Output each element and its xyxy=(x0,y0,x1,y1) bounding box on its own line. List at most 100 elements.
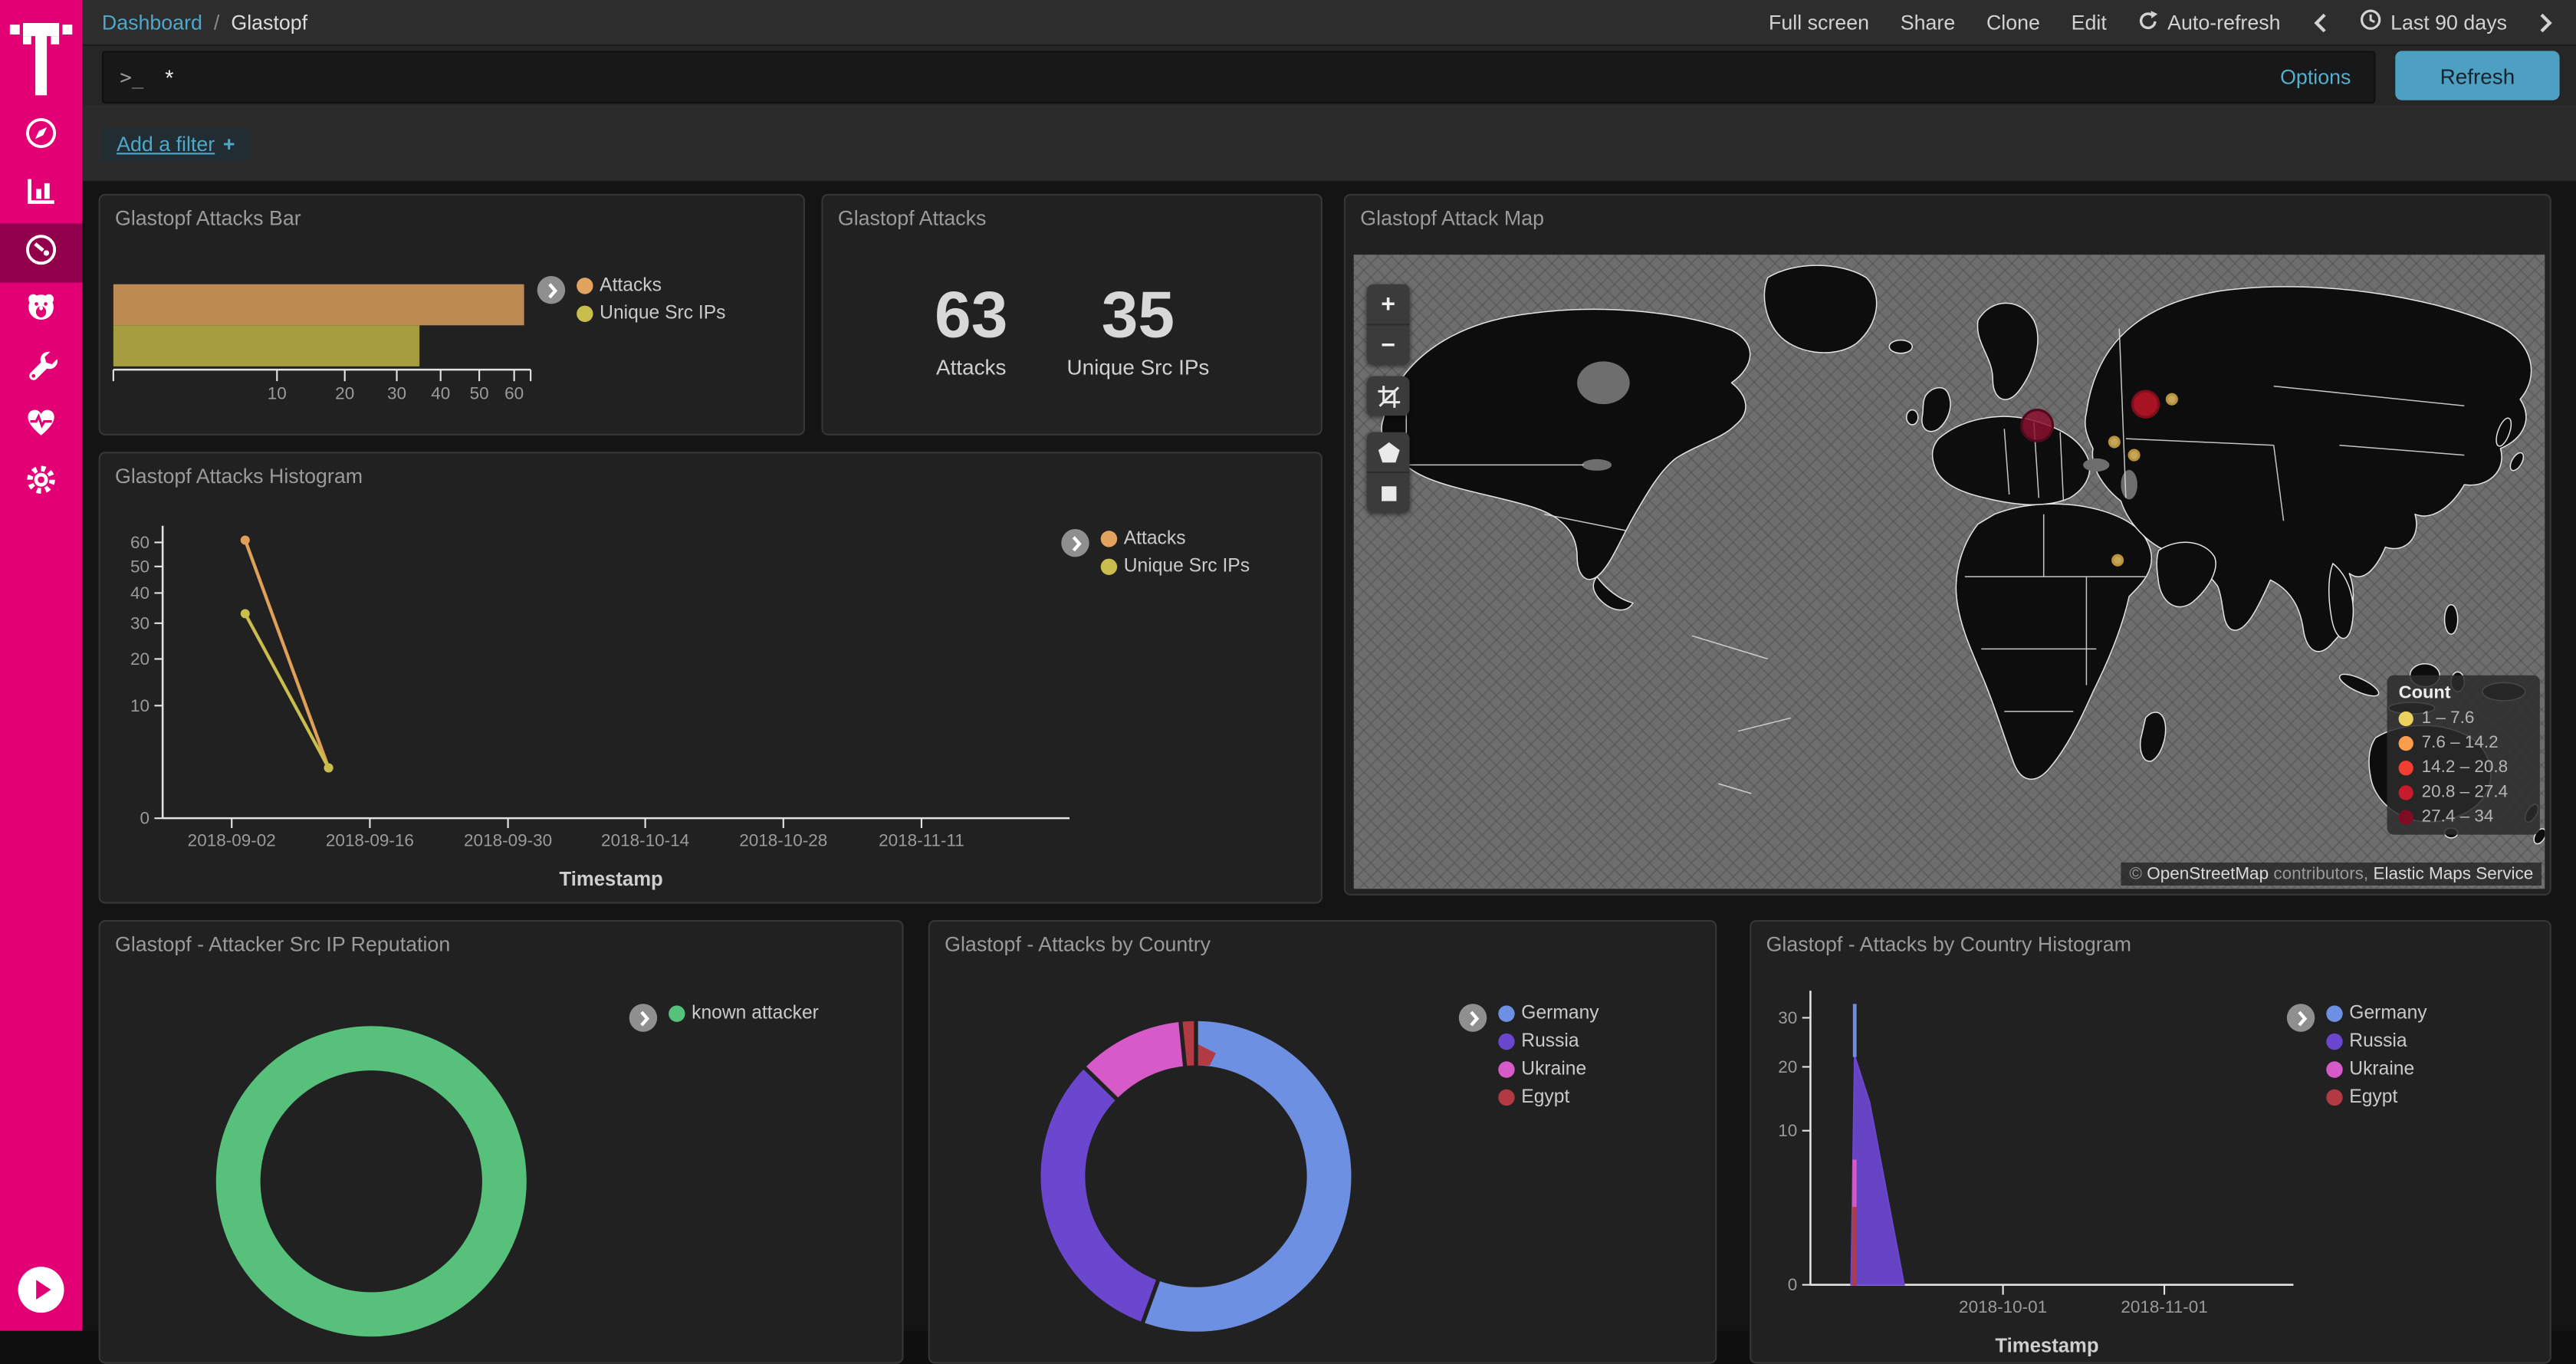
sidebar-item-discover[interactable] xyxy=(0,108,82,166)
compass-icon xyxy=(23,115,59,159)
svg-text:0: 0 xyxy=(140,809,150,828)
legend-item: 14.2 – 20.8 xyxy=(2399,758,2528,777)
legend-toggle-icon[interactable] xyxy=(1061,529,1089,557)
svg-text:50: 50 xyxy=(130,557,150,576)
legend-item[interactable]: Russia xyxy=(2326,1032,2426,1052)
metric-unique-src-ips: 35 Unique Src IPs xyxy=(1067,283,1210,380)
share-button[interactable]: Share xyxy=(1901,11,1955,34)
panel-country-histogram: Glastopf - Attacks by Country Histogram … xyxy=(1750,920,2551,1364)
panel-src-ip-reputation: Glastopf - Attacker Src IP Reputation kn… xyxy=(99,920,904,1364)
legend-toggle-icon[interactable] xyxy=(1459,1004,1487,1031)
legend-dot xyxy=(1101,559,1117,575)
attack-map-canvas[interactable] xyxy=(1354,255,2545,889)
metric-attacks: 63 Attacks xyxy=(935,283,1007,380)
legend-item[interactable]: Attacks xyxy=(577,276,725,296)
legend-dot xyxy=(2399,735,2413,750)
legend: Attacks Unique Src IPs xyxy=(537,276,726,324)
legend-dot xyxy=(1101,531,1117,547)
telekom-logo[interactable] xyxy=(0,0,82,108)
metric-value: 63 xyxy=(935,283,1007,349)
sidebar-item-monitoring[interactable] xyxy=(0,398,82,455)
search-input[interactable]: >_ * Options xyxy=(102,51,2376,104)
legend-item[interactable]: Attacks xyxy=(1101,529,1250,549)
zoom-out-button[interactable]: − xyxy=(1367,324,1410,365)
legend-item[interactable]: Egypt xyxy=(2326,1088,2426,1108)
full-screen-button[interactable]: Full screen xyxy=(1769,11,1869,34)
polygon-draw-icon[interactable] xyxy=(1367,432,1410,472)
legend-item[interactable]: Germany xyxy=(2326,1004,2426,1024)
copyright-icon: © xyxy=(2129,864,2142,884)
play-icon xyxy=(36,1280,51,1300)
legend-dot xyxy=(577,278,593,294)
svg-text:Timestamp: Timestamp xyxy=(560,869,663,890)
legend-dot xyxy=(2399,809,2413,823)
heartbeat-icon xyxy=(23,404,59,449)
legend-toggle-icon[interactable] xyxy=(629,1004,657,1031)
plus-icon: + xyxy=(223,133,235,156)
filter-bar: Add a filter+ xyxy=(82,105,2576,182)
panel-attacks-bar: Glastopf Attacks Bar 102030405060 Attack… xyxy=(99,194,805,435)
svg-text:30: 30 xyxy=(130,613,150,633)
gauge-icon xyxy=(23,231,59,275)
svg-text:2018-10-28: 2018-10-28 xyxy=(739,831,827,850)
panel-attack-map: Glastopf Attack Map xyxy=(1344,194,2551,896)
rectangle-draw-icon[interactable] xyxy=(1367,472,1410,513)
legend: known attacker xyxy=(629,1004,819,1031)
panel-title: Glastopf Attacks Bar xyxy=(115,207,301,230)
refresh-button[interactable]: Refresh xyxy=(2395,51,2559,100)
sidebar-item-dashboard[interactable] xyxy=(0,223,82,282)
ems-link[interactable]: Elastic Maps Service xyxy=(2373,864,2533,884)
country-donut-chart xyxy=(930,968,1472,1363)
legend-item[interactable]: Unique Src IPs xyxy=(1101,557,1250,577)
panel-attacks-histogram: Glastopf Attacks Histogram 0102030405060… xyxy=(99,452,1322,903)
time-back-button[interactable] xyxy=(2312,11,2328,34)
terminal-prompt-icon: >_ xyxy=(120,66,143,89)
legend-dot xyxy=(2326,1090,2342,1106)
legend-item[interactable]: Germany xyxy=(1498,1004,1598,1024)
time-forward-button[interactable] xyxy=(2538,11,2555,34)
legend-dot xyxy=(2326,1005,2342,1021)
sidebar-item-management[interactable] xyxy=(0,455,82,513)
time-range-picker[interactable]: Last 90 days xyxy=(2359,8,2507,36)
attack-map-viewport[interactable]: + − xyxy=(1354,255,2545,889)
legend-dot xyxy=(2326,1061,2342,1077)
map-count-legend: Count 1 – 7.6 7.6 – 14.2 14.2 – 20.8 xyxy=(2387,675,2540,835)
legend-dot xyxy=(2399,711,2413,725)
add-filter-link[interactable]: Add a filter+ xyxy=(102,128,250,161)
query-value: * xyxy=(165,65,173,90)
clone-button[interactable]: Clone xyxy=(1986,11,2040,34)
legend-item[interactable]: Russia xyxy=(1498,1032,1598,1052)
sidebar xyxy=(0,0,82,1331)
zoom-in-button[interactable]: + xyxy=(1367,284,1410,324)
legend-item[interactable]: Unique Src IPs xyxy=(577,304,725,324)
svg-text:10: 10 xyxy=(1778,1121,1797,1140)
svg-text:20: 20 xyxy=(1778,1057,1797,1076)
legend-toggle-icon[interactable] xyxy=(537,276,565,304)
legend-item[interactable]: Ukraine xyxy=(1498,1060,1598,1080)
edit-button[interactable]: Edit xyxy=(2072,11,2107,34)
legend-item[interactable]: Ukraine xyxy=(2326,1060,2426,1080)
sidebar-item-dev-tools[interactable] xyxy=(0,340,82,398)
sidebar-item-timelion[interactable] xyxy=(0,283,82,340)
metric-value: 35 xyxy=(1067,283,1210,349)
osm-link[interactable]: OpenStreetMap xyxy=(2147,864,2269,884)
metric-group: 63 Attacks 35 Unique Src IPs xyxy=(823,196,1321,434)
breadcrumb-dashboard-link[interactable]: Dashboard xyxy=(102,11,202,34)
legend-dot xyxy=(1498,1034,1514,1050)
auto-refresh-button[interactable]: Auto-refresh xyxy=(2138,9,2281,35)
crop-fit-icon[interactable] xyxy=(1367,376,1410,416)
legend-toggle-icon[interactable] xyxy=(2287,1004,2315,1031)
legend-item[interactable]: Egypt xyxy=(1498,1088,1598,1108)
breadcrumb-current: Glastopf xyxy=(231,11,307,34)
svg-text:40: 40 xyxy=(431,384,450,403)
svg-text:50: 50 xyxy=(470,384,489,403)
wrench-icon xyxy=(23,347,59,391)
options-link[interactable]: Options xyxy=(2280,66,2351,89)
legend-dot xyxy=(669,1005,685,1021)
sidebar-item-visualize[interactable] xyxy=(0,166,82,223)
metric-label: Unique Src IPs xyxy=(1067,355,1210,380)
svg-text:2018-09-16: 2018-09-16 xyxy=(326,831,414,850)
attacks-bar-chart: 102030405060 xyxy=(107,274,600,426)
expand-sidebar-button[interactable] xyxy=(18,1267,64,1313)
legend-item[interactable]: known attacker xyxy=(669,1004,819,1024)
